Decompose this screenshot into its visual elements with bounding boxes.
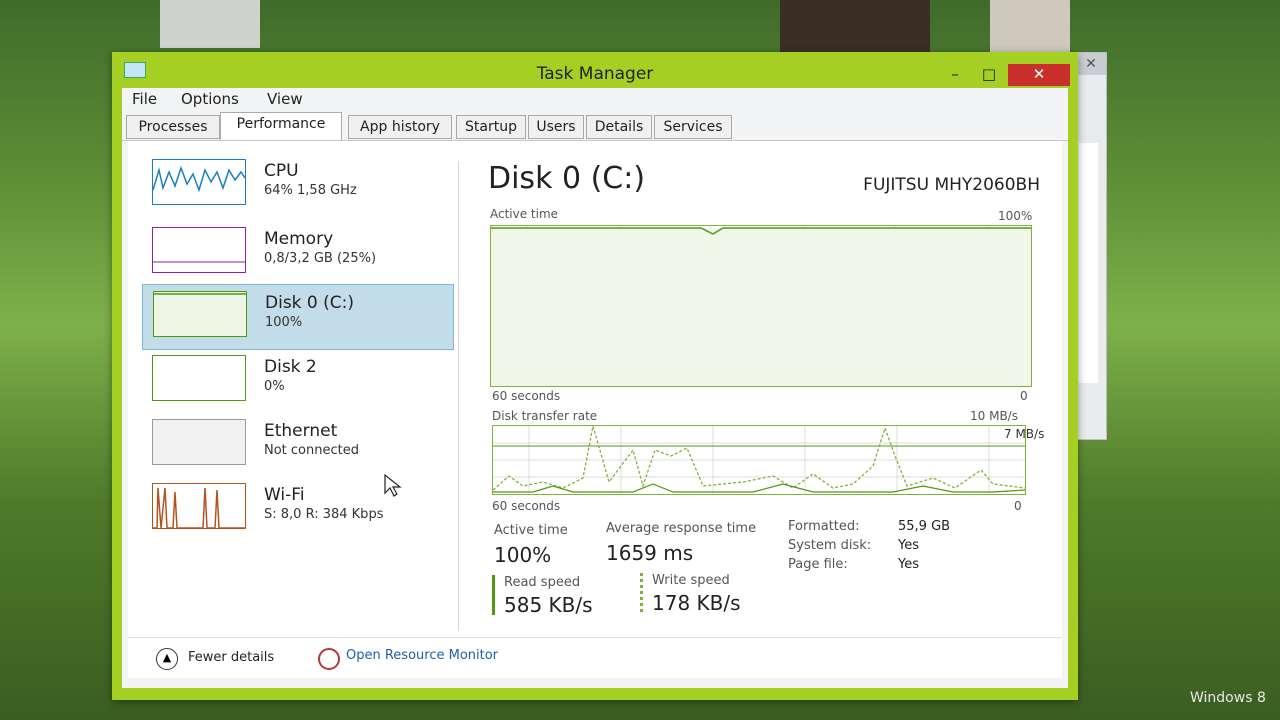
active-time-label: Active time xyxy=(490,207,559,221)
sidebar-item-disk-0[interactable]: Disk 0 (C:) 100% xyxy=(142,284,454,350)
menu-bar: File Options View xyxy=(122,88,1068,110)
sidebar-item-label: Disk 0 (C:) xyxy=(265,293,355,313)
sidebar-divider xyxy=(458,161,459,631)
fewer-details-button[interactable]: Fewer details xyxy=(188,650,274,665)
close-button[interactable]: ✕ xyxy=(1008,64,1070,86)
sidebar-item-label: Memory xyxy=(264,229,334,249)
transfer-rate-min: 0 xyxy=(1014,499,1022,513)
performance-panel: CPU 64% 1,58 GHz Memory 0,8/3,2 GB (25%)… xyxy=(128,141,1062,678)
response-time-value: 1659 ms xyxy=(606,541,694,565)
minimize-button[interactable]: – xyxy=(940,64,970,84)
formatted-value: 55,9 GB xyxy=(898,519,951,534)
page-title: Disk 0 (C:) xyxy=(488,161,646,196)
sidebar-item-value: Not connected xyxy=(264,443,359,458)
read-speed-label: Read speed xyxy=(504,575,581,590)
disk-2-thumbnail xyxy=(152,355,246,401)
background-close-button[interactable]: ✕ xyxy=(1076,53,1106,75)
sidebar-item-value: 0% xyxy=(264,379,285,394)
maximize-button[interactable]: □ xyxy=(974,64,1004,84)
active-time-stat-value: 100% xyxy=(494,543,552,567)
tab-app-history[interactable]: App history xyxy=(348,115,452,139)
active-time-span: 60 seconds xyxy=(492,389,561,403)
memory-thumbnail xyxy=(152,227,246,273)
chevron-up-icon[interactable]: ▲ xyxy=(156,648,178,670)
system-disk-value: Yes xyxy=(898,538,919,553)
write-speed-value: 178 KB/s xyxy=(652,591,741,615)
sidebar-item-value: 64% 1,58 GHz xyxy=(264,183,357,198)
disk-0-thumbnail xyxy=(153,291,247,337)
transfer-rate-graph xyxy=(492,425,1026,495)
tab-users[interactable]: Users xyxy=(528,115,584,139)
open-resource-monitor-link[interactable]: Open Resource Monitor xyxy=(346,648,498,663)
page-file-label: Page file: xyxy=(788,557,848,572)
wifi-thumbnail xyxy=(152,483,246,529)
sidebar-item-cpu[interactable]: CPU 64% 1,58 GHz xyxy=(142,153,452,217)
page-file-value: Yes xyxy=(898,557,919,572)
response-time-label: Average response time xyxy=(606,521,757,536)
task-manager-window: Task Manager – □ ✕ File Options View Pro… xyxy=(112,52,1078,700)
window-client: File Options View Processes Performance … xyxy=(122,88,1068,688)
sidebar-item-value: S: 8,0 R: 384 Kbps xyxy=(264,507,384,522)
read-speed-legend xyxy=(492,575,495,615)
sidebar-item-memory[interactable]: Memory 0,8/3,2 GB (25%) xyxy=(142,221,452,285)
transfer-rate-max: 10 MB/s xyxy=(970,409,1018,423)
write-speed-label: Write speed xyxy=(652,573,730,588)
title-bar[interactable]: Task Manager – □ ✕ xyxy=(112,52,1078,88)
transfer-rate-mid: 7 MB/s xyxy=(1004,427,1045,441)
tab-bar: Processes Performance App history Startu… xyxy=(122,112,1068,141)
background-tree xyxy=(780,0,930,54)
tab-services[interactable]: Services xyxy=(654,115,732,139)
transfer-rate-span: 60 seconds xyxy=(492,499,561,513)
tab-processes[interactable]: Processes xyxy=(126,115,220,139)
windows-watermark: Windows 8 xyxy=(1190,690,1266,706)
menu-file[interactable]: File xyxy=(132,90,157,108)
read-speed-value: 585 KB/s xyxy=(504,593,593,617)
resource-monitor-icon[interactable] xyxy=(318,648,340,670)
cpu-thumbnail xyxy=(152,159,246,205)
window-title: Task Manager xyxy=(536,64,654,84)
transfer-rate-label: Disk transfer rate xyxy=(492,409,598,423)
background-tree xyxy=(990,0,1070,54)
active-time-stat-label: Active time xyxy=(494,523,568,538)
sidebar-item-ethernet[interactable]: Ethernet Not connected xyxy=(142,413,452,477)
active-time-min: 0 xyxy=(1020,389,1028,403)
sidebar-item-label: Disk 2 xyxy=(264,357,317,377)
ethernet-thumbnail xyxy=(152,419,246,465)
sidebar-item-value: 0,8/3,2 GB (25%) xyxy=(264,251,377,266)
footer: ▲ Fewer details Open Resource Monitor xyxy=(128,637,1062,678)
active-time-max: 100% xyxy=(998,209,1033,223)
sidebar-item-label: Wi-Fi xyxy=(264,485,305,505)
tab-performance[interactable]: Performance xyxy=(220,112,342,140)
tab-startup[interactable]: Startup xyxy=(456,115,526,139)
menu-view[interactable]: View xyxy=(267,90,303,108)
sidebar-item-disk-2[interactable]: Disk 2 0% xyxy=(142,349,452,413)
sidebar-item-wifi[interactable]: Wi-Fi S: 8,0 R: 384 Kbps xyxy=(142,477,452,541)
disk-model: FUJITSU MHY2060BH xyxy=(863,175,1040,195)
sidebar-item-label: Ethernet xyxy=(264,421,338,441)
mouse-cursor-icon xyxy=(384,474,402,497)
active-time-graph xyxy=(490,225,1032,387)
formatted-label: Formatted: xyxy=(788,519,860,534)
menu-options[interactable]: Options xyxy=(181,90,239,108)
system-disk-label: System disk: xyxy=(788,538,872,553)
background-tree xyxy=(160,0,260,48)
sidebar-item-value: 100% xyxy=(265,315,303,330)
sidebar-item-label: CPU xyxy=(264,161,299,181)
write-speed-legend xyxy=(640,573,643,613)
tab-details[interactable]: Details xyxy=(586,115,652,139)
